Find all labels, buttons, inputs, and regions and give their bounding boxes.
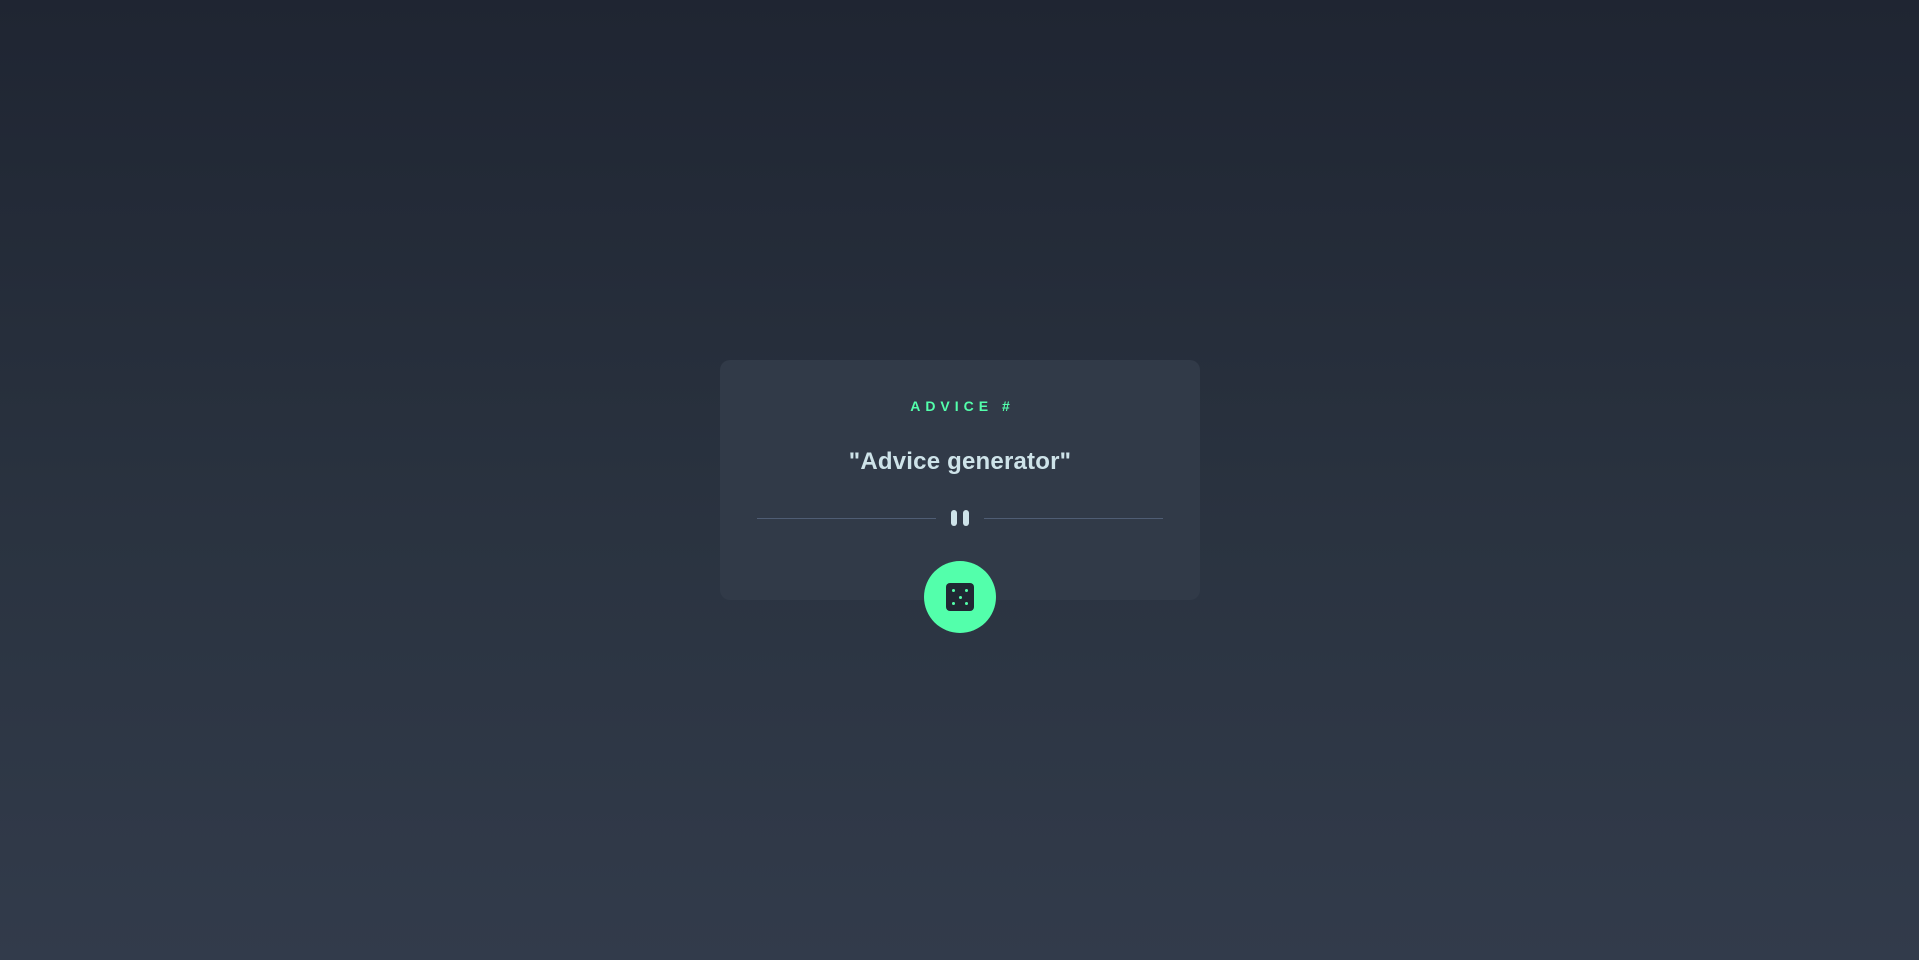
dice-pip	[965, 602, 968, 605]
generate-advice-button[interactable]	[924, 561, 996, 633]
divider-line-right	[984, 518, 1163, 519]
divider-line-left	[757, 518, 936, 519]
advice-number-label: ADVICE #	[910, 398, 1015, 414]
advice-quote: "Advice generator"	[848, 448, 1072, 475]
pause-bar-left	[951, 510, 957, 526]
dice-pip	[952, 602, 955, 605]
pause-icon	[951, 510, 969, 526]
dice-pip	[965, 589, 968, 592]
divider	[757, 510, 1163, 526]
dice-pip	[958, 595, 962, 599]
dice-icon	[946, 583, 974, 611]
pause-bar-right	[963, 510, 969, 526]
dice-pip	[952, 589, 955, 592]
